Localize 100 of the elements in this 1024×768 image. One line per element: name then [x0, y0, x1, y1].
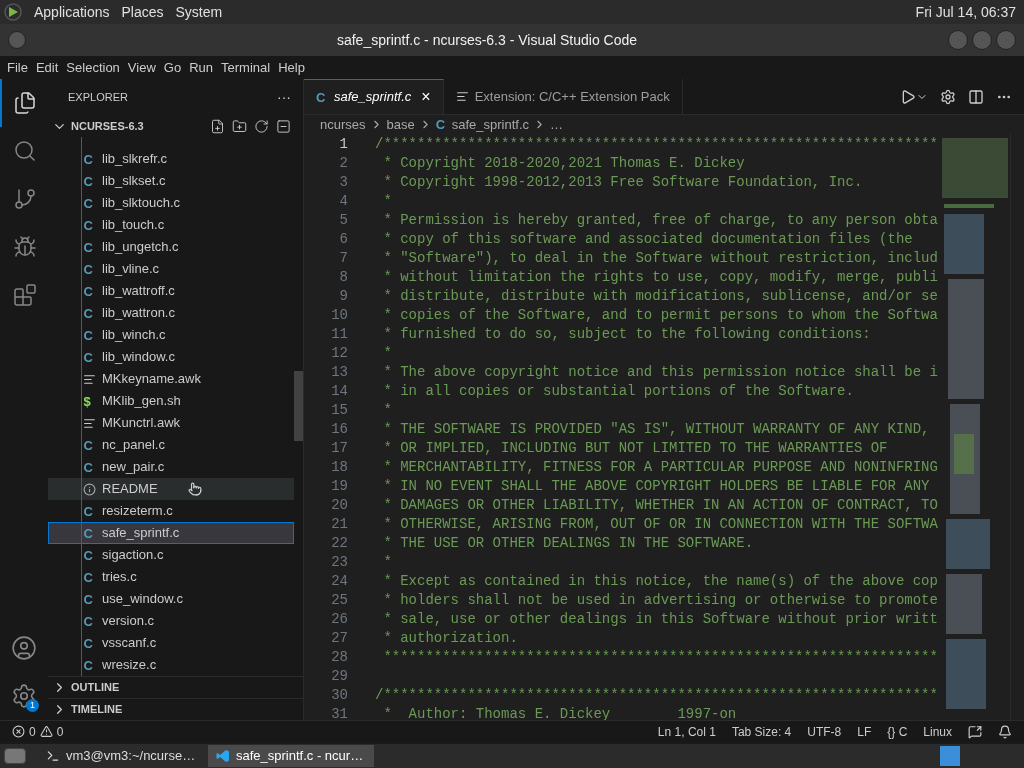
panel-menu[interactable]: Applications — [34, 1, 110, 23]
tree-row[interactable]: C lib_vline.c — [48, 258, 294, 280]
line-number: 7 — [338, 249, 348, 268]
tree-row[interactable]: C sigaction.c — [48, 544, 294, 566]
line-number: 27 — [330, 629, 348, 648]
menu-item[interactable]: File — [4, 57, 31, 78]
taskbar-button[interactable]: safe_sprintf.c - ncur… — [208, 745, 374, 767]
more-button[interactable]: ··· — [277, 86, 291, 108]
code-line: ****************************************************************** — [382, 648, 938, 667]
breadcrumb[interactable]: … — [550, 114, 564, 135]
c-file-icon: C — [83, 636, 96, 650]
new-file-icon[interactable] — [210, 118, 225, 134]
tree-row[interactable]: C use_window.c — [48, 588, 294, 610]
tree-row[interactable]: C lib_window.c — [48, 346, 294, 368]
tree-row[interactable]: C lib_slkrefr.c — [48, 148, 294, 170]
c-file-icon: C — [83, 658, 96, 672]
new-folder-icon[interactable] — [232, 118, 247, 134]
split-editor-icon[interactable] — [968, 88, 984, 105]
file-name: lib_touch.c — [102, 216, 165, 235]
breadcrumb[interactable]: base — [386, 114, 415, 135]
breadcrumb[interactable]: ncurses — [320, 114, 366, 135]
tree-row[interactable]: C vsscanf.c — [48, 632, 294, 654]
settings-icon[interactable] — [11, 683, 37, 709]
code-line: * copies of the Software, and to permit persons to whom the Softwa — [382, 306, 938, 325]
section-header[interactable]: OUTLINE — [48, 676, 303, 698]
c-file-icon: C — [83, 218, 96, 232]
tree-row[interactable]: C lib_slktouch.c — [48, 192, 294, 214]
bell-icon[interactable] — [998, 724, 1012, 739]
tree-row[interactable]: C nc_panel.c — [48, 434, 294, 456]
close-tab-button[interactable]: × — [421, 85, 431, 109]
tab-label: Extension: C/C++ Extension Pack — [474, 87, 670, 106]
line-number: 1 — [338, 135, 348, 154]
code-line: * authorization. — [382, 629, 518, 648]
tree-row[interactable]: MKkeyname.awk — [48, 368, 294, 390]
tree-row[interactable]: C safe_sprintf.c — [48, 522, 294, 544]
folder-header[interactable]: NCURSES-6.3 — [48, 115, 303, 137]
tree-row[interactable]: C tries.c — [48, 566, 294, 588]
editor-tab[interactable]: Extension: C/C++ Extension Pack — [443, 79, 683, 114]
text-file-icon — [83, 416, 96, 430]
tree-row[interactable]: C lib_wattroff.c — [48, 280, 294, 302]
status-item[interactable]: Ln 1, Col 1 — [657, 722, 716, 741]
c-file-icon: C — [83, 196, 96, 210]
menu-item[interactable]: Run — [186, 57, 216, 78]
scrollbar-thumb[interactable] — [294, 371, 303, 441]
code-line: * — [382, 192, 392, 211]
status-item[interactable]: LF — [857, 722, 872, 741]
status-item[interactable]: Tab Size: 4 — [731, 722, 792, 741]
taskbar-button[interactable]: vm3@vm3:~/ncurse… — [38, 745, 204, 767]
warning-count[interactable]: 0 — [56, 722, 64, 741]
collapse-icon[interactable] — [276, 118, 291, 134]
file-name: MKkeyname.awk — [102, 370, 201, 389]
tree-row[interactable]: C lib_winch.c — [48, 324, 294, 346]
tree-row[interactable]: C wresize.c — [48, 654, 294, 676]
file-name: version.c — [102, 612, 155, 631]
status-item[interactable]: UTF-8 — [807, 722, 842, 741]
menu-item[interactable]: Edit — [32, 57, 62, 78]
line-number: 13 — [330, 363, 348, 382]
refresh-icon[interactable] — [254, 118, 269, 134]
line-number: 19 — [330, 477, 348, 496]
tree-row[interactable]: C lib_touch.c — [48, 214, 294, 236]
feedback-icon[interactable] — [968, 724, 982, 739]
tree-row[interactable]: C lib_slkset.c — [48, 170, 294, 192]
panel-menu[interactable]: System — [175, 1, 223, 23]
tree-row[interactable]: $ MKlib_gen.sh — [48, 390, 294, 412]
c-file-icon: C — [83, 328, 96, 342]
taskbar-label: safe_sprintf.c - ncur… — [236, 747, 364, 766]
menu-item[interactable]: Help — [275, 57, 308, 78]
tree-row[interactable]: C lib_ungetch.c — [48, 236, 294, 258]
status-item[interactable]: Linux — [923, 722, 952, 741]
menu-item[interactable]: View — [124, 57, 159, 78]
code-line: * copy of this software and associated documentation files (the — [382, 230, 913, 249]
sidebar-title: EXPLORER — [68, 89, 129, 105]
panel-menu[interactable]: Places — [121, 1, 164, 23]
tab-label: safe_sprintf.c — [334, 88, 412, 107]
files-icon — [13, 91, 37, 115]
tree-row[interactable]: README — [48, 478, 294, 500]
status-item[interactable]: {} C — [887, 722, 908, 741]
tree-row[interactable]: C lib_wattron.c — [48, 302, 294, 324]
tree-row[interactable]: C resizeterm.c — [48, 500, 294, 522]
show-desktop-icon[interactable] — [4, 748, 26, 764]
run-debug-icon[interactable] — [900, 88, 916, 105]
tree-row[interactable]: C version.c — [48, 610, 294, 632]
code-line: * — [382, 553, 392, 572]
error-count[interactable]: 0 — [29, 722, 36, 741]
settings-icon[interactable] — [940, 88, 956, 105]
breadcrumb[interactable]: safe_sprintf.c — [451, 114, 530, 135]
logo-icon — [4, 3, 22, 21]
c-file-icon: C — [83, 526, 96, 540]
workspace-switcher[interactable] — [940, 746, 960, 766]
line-number: 31 — [330, 705, 348, 720]
tree-row[interactable]: MKunctrl.awk — [48, 412, 294, 434]
editor-tab[interactable]: C safe_sprintf.c × — [304, 79, 444, 114]
code-line: * DAMAGES OR OTHER LIABILITY, WHETHER IN AN ACTION OF CONTRACT, TO — [382, 496, 938, 515]
menu-item[interactable]: Terminal — [218, 57, 274, 78]
c-file-icon: C — [83, 614, 96, 628]
tree-row[interactable]: C new_pair.c — [48, 456, 294, 478]
account-icon[interactable] — [11, 635, 37, 661]
c-file-icon: C — [83, 570, 96, 584]
menu-item[interactable]: Go — [160, 57, 185, 78]
menu-item[interactable]: Selection — [63, 57, 123, 78]
